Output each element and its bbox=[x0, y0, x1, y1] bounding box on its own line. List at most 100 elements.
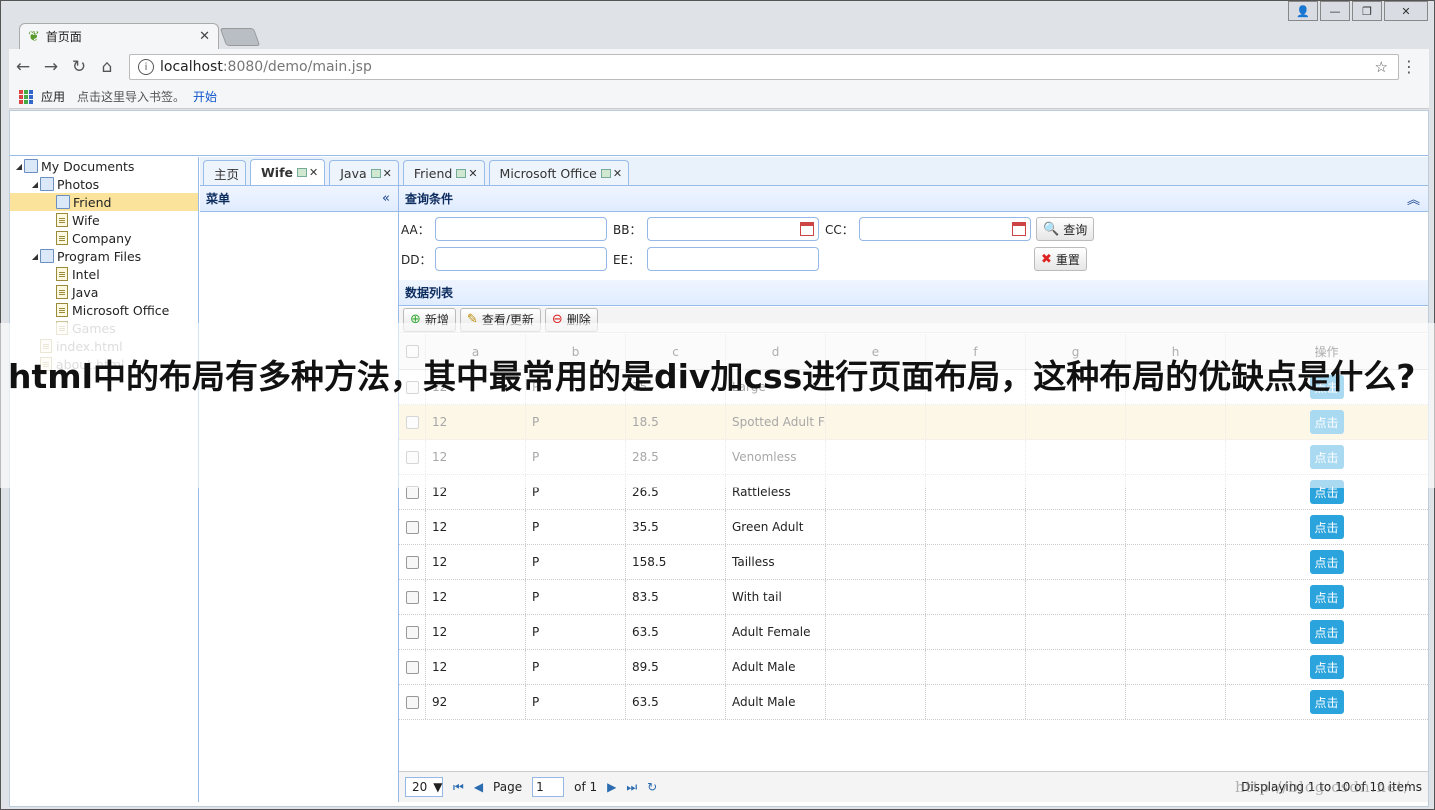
table-row[interactable]: 92 P 63.5 Adult Male 点击 bbox=[399, 685, 1428, 720]
leaf-icon: ❦ bbox=[28, 28, 40, 45]
info-icon[interactable]: i bbox=[138, 59, 154, 75]
table-row[interactable]: 12 P 35.5 Green Adult 点击 bbox=[399, 510, 1428, 545]
row-checkbox[interactable] bbox=[405, 695, 419, 709]
new-tab-button[interactable] bbox=[219, 28, 261, 46]
row-checkbox[interactable] bbox=[405, 625, 419, 639]
calendar-icon[interactable] bbox=[800, 222, 814, 236]
tab-home[interactable]: 主页 bbox=[203, 160, 247, 185]
back-arrow-icon[interactable]: ← bbox=[9, 57, 37, 77]
page-size-select[interactable]: 20 ▼ bbox=[405, 777, 443, 797]
cell-a: 12 bbox=[426, 650, 526, 684]
cell-g bbox=[1026, 545, 1126, 579]
tree-node[interactable]: Company bbox=[10, 229, 198, 247]
tree-node[interactable]: ◢ Photos bbox=[10, 175, 198, 193]
query-header: 查询条件 ︽ bbox=[399, 186, 1428, 212]
tab-close-icon[interactable]: ✕ bbox=[613, 167, 622, 180]
close-window-button[interactable]: ✕ bbox=[1384, 1, 1428, 21]
expand-triangle-icon[interactable]: ◢ bbox=[30, 180, 40, 189]
cell-b: P bbox=[526, 510, 626, 544]
close-tab-icon[interactable]: ✕ bbox=[199, 29, 210, 44]
user-icon[interactable]: 👤 bbox=[1288, 1, 1318, 21]
aa-label: AA： bbox=[401, 222, 430, 237]
bookmark-start[interactable]: 开始 bbox=[193, 88, 217, 105]
expand-triangle-icon[interactable]: ◢ bbox=[14, 162, 24, 171]
tree-node[interactable]: Intel bbox=[10, 265, 198, 283]
cell-action: 点击 bbox=[1226, 580, 1427, 614]
cell-e bbox=[826, 545, 926, 579]
search-button[interactable]: 🔍 查询 bbox=[1036, 217, 1095, 241]
row-checkbox[interactable] bbox=[405, 660, 419, 674]
tab-friend[interactable]: Friend ✕ bbox=[402, 160, 485, 185]
tree-node[interactable]: ◢ Program Files bbox=[10, 247, 198, 265]
home-icon[interactable]: ⌂ bbox=[93, 57, 121, 77]
row-action-button[interactable]: 点击 bbox=[1309, 585, 1344, 609]
table-row[interactable]: 12 P 158.5 Tailless 点击 bbox=[399, 545, 1428, 580]
page-total: of 1 bbox=[574, 780, 598, 794]
calendar-icon[interactable] bbox=[1012, 222, 1026, 236]
cell-g bbox=[1026, 615, 1126, 649]
next-page-icon[interactable]: ▶ bbox=[607, 780, 616, 794]
maximize-button[interactable]: ❐ bbox=[1352, 1, 1382, 21]
page-number-input[interactable]: 1 bbox=[532, 777, 565, 797]
expand-triangle-icon[interactable]: ◢ bbox=[30, 252, 40, 261]
prev-page-icon[interactable]: ◀ bbox=[474, 780, 483, 794]
cell-d: Adult Male bbox=[726, 685, 826, 719]
row-action-button[interactable]: 点击 bbox=[1309, 515, 1344, 539]
ee-label: EE： bbox=[613, 252, 641, 267]
cell-a: 92 bbox=[426, 685, 526, 719]
tab-close-icon[interactable]: ✕ bbox=[309, 166, 318, 179]
address-bar[interactable]: i localhost :8080/demo/main.jsp ☆ bbox=[129, 54, 1399, 80]
tree-node[interactable]: Java bbox=[10, 283, 198, 301]
cell-a: 12 bbox=[426, 545, 526, 579]
collapse-left-icon[interactable]: « bbox=[382, 191, 390, 206]
aa-input[interactable] bbox=[435, 217, 607, 241]
tree-node-label: Microsoft Office bbox=[72, 302, 170, 318]
collapse-up-icon[interactable]: ︽ bbox=[1407, 189, 1420, 208]
reset-label: 重置 bbox=[1055, 252, 1080, 267]
dd-input[interactable] bbox=[435, 247, 607, 271]
browser-tab[interactable]: ❦ 首页面 ✕ bbox=[19, 23, 219, 49]
last-page-icon[interactable]: ⏭ bbox=[626, 780, 637, 795]
tab-close-icon[interactable]: ✕ bbox=[468, 167, 477, 180]
refresh-icon[interactable]: ↻ bbox=[647, 780, 657, 794]
tab-close-icon[interactable]: ✕ bbox=[383, 167, 392, 180]
bookmarks-bar: 应用 点击这里导入书签。 开始 bbox=[9, 85, 1429, 109]
tree-node[interactable]: Wife bbox=[10, 211, 198, 229]
reset-button[interactable]: ✖ 重置 bbox=[1034, 247, 1087, 271]
menu-kebab-icon[interactable]: ⋮ bbox=[1401, 57, 1417, 76]
row-select-cell bbox=[399, 580, 426, 614]
table-row[interactable]: 12 P 63.5 Adult Female 点击 bbox=[399, 615, 1428, 650]
bookmark-import[interactable]: 点击这里导入书签。 bbox=[77, 88, 185, 105]
cc-date-input[interactable] bbox=[859, 217, 1031, 241]
row-checkbox[interactable] bbox=[405, 520, 419, 534]
tree-node[interactable]: Microsoft Office bbox=[10, 301, 198, 319]
cell-e bbox=[826, 650, 926, 684]
tab-java[interactable]: Java ✕ bbox=[329, 160, 399, 185]
tree-node[interactable]: Friend bbox=[10, 193, 198, 211]
tree-node[interactable]: ◢ My Documents bbox=[10, 157, 198, 175]
row-action-button[interactable]: 点击 bbox=[1309, 620, 1344, 644]
bookmark-apps[interactable]: 应用 bbox=[41, 88, 65, 105]
query-title: 查询条件 bbox=[405, 192, 454, 206]
row-action-button[interactable]: 点击 bbox=[1309, 690, 1344, 714]
minimize-button[interactable]: — bbox=[1320, 1, 1350, 21]
reload-icon[interactable]: ↻ bbox=[65, 57, 93, 77]
bb-date-input[interactable] bbox=[647, 217, 819, 241]
table-row[interactable]: 12 P 89.5 Adult Male 点击 bbox=[399, 650, 1428, 685]
row-action-button[interactable]: 点击 bbox=[1309, 655, 1344, 679]
row-checkbox[interactable] bbox=[405, 590, 419, 604]
tab-microsoft-office[interactable]: Microsoft Office ✕ bbox=[488, 160, 630, 185]
bookmark-star-icon[interactable]: ☆ bbox=[1375, 58, 1388, 76]
row-select-cell bbox=[399, 650, 426, 684]
cell-a: 12 bbox=[426, 615, 526, 649]
first-page-icon[interactable]: ⏮ bbox=[453, 780, 464, 795]
apps-grid-icon[interactable] bbox=[19, 89, 33, 104]
row-action-button[interactable]: 点击 bbox=[1309, 550, 1344, 574]
cell-g bbox=[1026, 650, 1126, 684]
row-checkbox[interactable] bbox=[405, 555, 419, 569]
tab-wife[interactable]: Wife ✕ bbox=[250, 159, 326, 185]
forward-arrow-icon[interactable]: → bbox=[37, 57, 65, 77]
file-icon bbox=[56, 267, 68, 281]
table-row[interactable]: 12 P 83.5 With tail 点击 bbox=[399, 580, 1428, 615]
ee-input[interactable] bbox=[647, 247, 819, 271]
